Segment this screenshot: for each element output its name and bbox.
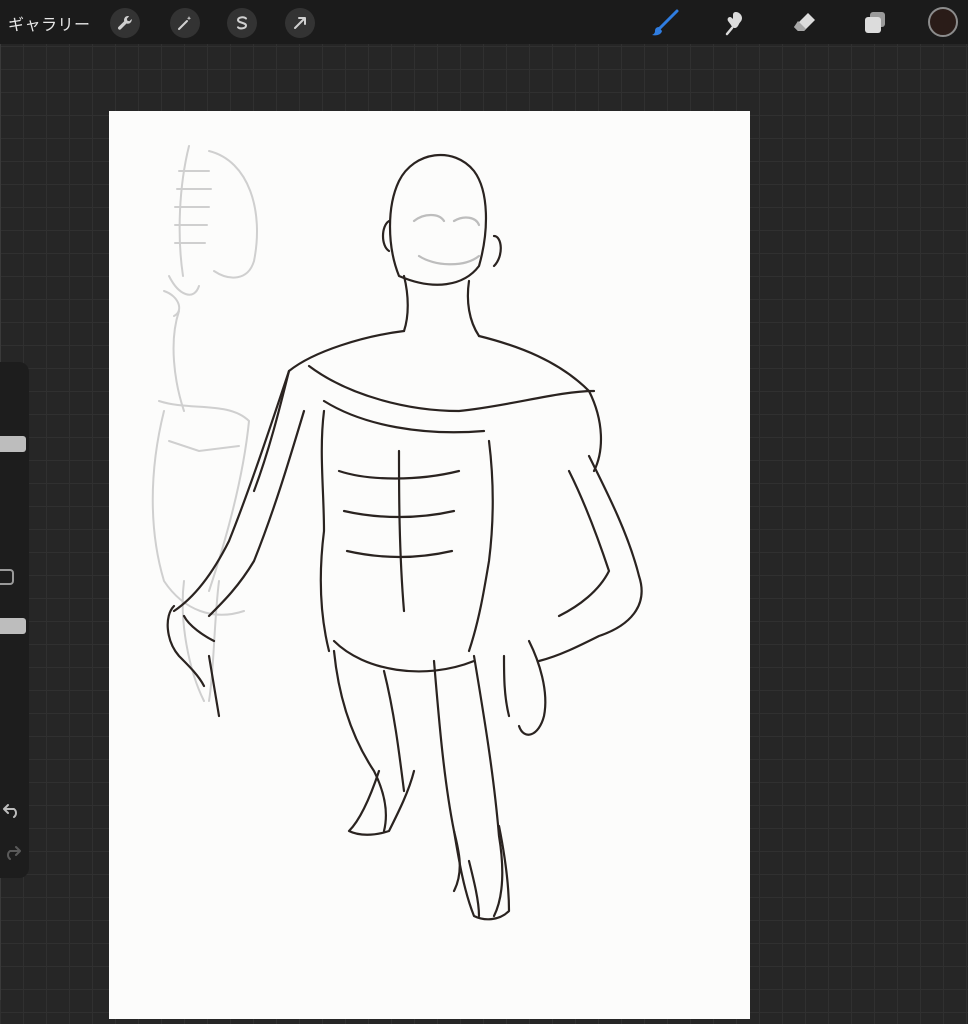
drawing-canvas[interactable] [109, 111, 750, 1019]
redo-button[interactable] [0, 842, 24, 862]
wrench-icon [118, 16, 132, 30]
smudge-icon [725, 12, 742, 36]
left-sidebar [0, 362, 29, 878]
layers-icon [865, 12, 885, 33]
brush-size-slider[interactable] [0, 436, 26, 452]
smudge-tool[interactable] [718, 6, 752, 40]
eraser-tool[interactable] [788, 6, 822, 40]
brush-icon [652, 9, 679, 36]
adjustments-button[interactable] [170, 8, 200, 38]
undo-button[interactable] [0, 800, 24, 820]
transform-button[interactable] [285, 8, 315, 38]
redo-icon [7, 846, 21, 860]
layers-button[interactable] [858, 6, 892, 40]
color-picker-button[interactable] [928, 7, 958, 37]
eraser-icon [794, 13, 815, 31]
brush-tool[interactable] [648, 6, 682, 40]
modify-button[interactable] [0, 569, 14, 585]
transform-arrow-icon [294, 17, 306, 29]
undo-icon [3, 804, 17, 818]
opacity-slider[interactable] [0, 618, 26, 634]
actions-button[interactable] [110, 8, 140, 38]
gallery-button[interactable]: ギャラリー [8, 11, 91, 35]
figure-outline [166, 153, 643, 921]
magic-wand-icon [178, 16, 192, 30]
figure-sketch [151, 145, 643, 921]
top-toolbar: ギャラリー [0, 0, 968, 44]
selection-button[interactable] [227, 8, 257, 38]
selection-icon [236, 16, 248, 30]
